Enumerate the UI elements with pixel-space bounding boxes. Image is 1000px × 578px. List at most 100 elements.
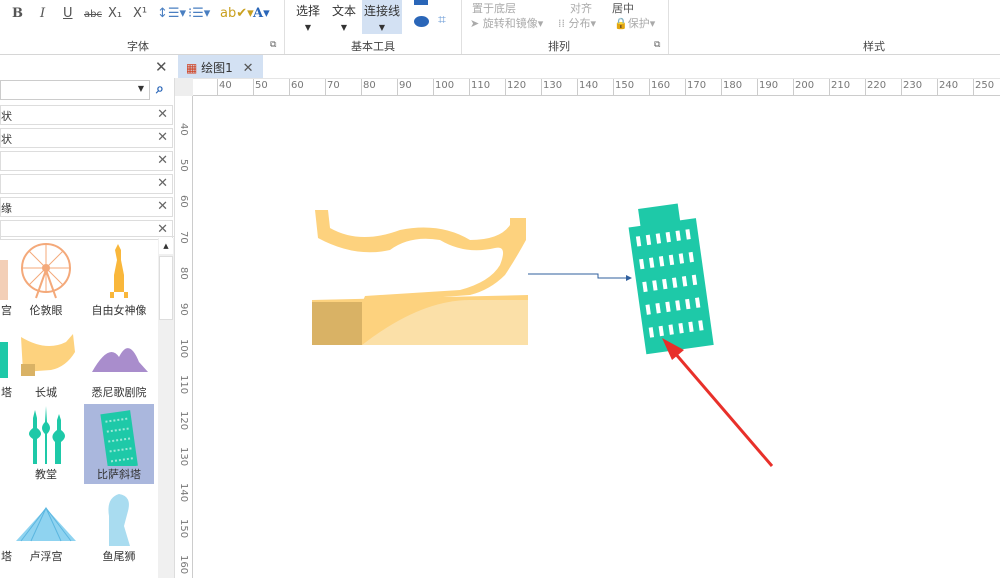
ruler-tick bbox=[361, 79, 362, 95]
subscript-button[interactable]: X₁ bbox=[108, 6, 122, 21]
center-button[interactable]: 居中 bbox=[612, 0, 634, 16]
ruler-tick bbox=[217, 79, 218, 95]
ruler-tick bbox=[865, 79, 866, 95]
dialog-launcher-icon[interactable]: ⧉ bbox=[654, 40, 660, 50]
ruler-label: 150 bbox=[615, 80, 635, 91]
text-button[interactable]: 文本 ▼ bbox=[324, 2, 364, 32]
library-category[interactable]: 状 ✕ bbox=[0, 105, 173, 125]
library-search-combobox[interactable]: ▼ bbox=[0, 80, 150, 100]
protect-button[interactable]: 🔒保护▾ bbox=[614, 15, 655, 31]
close-category-icon[interactable]: ✕ bbox=[157, 222, 168, 237]
ruler-label: 170 bbox=[687, 80, 707, 91]
ruler-label: 80 bbox=[178, 267, 189, 280]
library-item[interactable]: 悉尼歌剧院 bbox=[84, 322, 154, 402]
category-label: 状 bbox=[1, 133, 12, 146]
italic-button[interactable]: I bbox=[40, 6, 45, 21]
pisa-tower-shape[interactable] bbox=[626, 201, 714, 355]
great-wall-shape[interactable] bbox=[312, 210, 528, 345]
ruler-label: 40 bbox=[219, 80, 232, 91]
ruler-tick bbox=[469, 79, 470, 95]
ruler-label: 50 bbox=[255, 80, 268, 91]
ruler-label: 200 bbox=[795, 80, 815, 91]
ruler-label: 40 bbox=[178, 123, 189, 136]
bold-button[interactable]: B bbox=[12, 6, 23, 21]
red-annotation-arrow bbox=[662, 338, 774, 467]
close-category-icon[interactable]: ✕ bbox=[157, 107, 168, 122]
library-category[interactable]: 状 ✕ bbox=[0, 128, 173, 148]
library-item-label: 伦敦眼 bbox=[29, 304, 63, 317]
strikethrough-button[interactable]: abc bbox=[84, 9, 102, 20]
close-category-icon[interactable]: ✕ bbox=[157, 130, 168, 145]
close-category-icon[interactable]: ✕ bbox=[157, 153, 168, 168]
landmark-icon bbox=[29, 406, 65, 464]
ruler-label: 70 bbox=[327, 80, 340, 91]
ruler-tick bbox=[829, 79, 830, 95]
ruler-tick bbox=[433, 79, 434, 95]
category-label: 状 bbox=[1, 110, 12, 123]
ruler-label: 120 bbox=[507, 80, 527, 91]
line-spacing-icon[interactable]: ↕☰▾ bbox=[157, 6, 186, 21]
rotate-label: 旋转和镜像 bbox=[482, 17, 538, 30]
send-to-back-button[interactable]: 置于底层 bbox=[472, 0, 516, 16]
library-item[interactable]: 自由女神像 bbox=[84, 240, 154, 320]
underline-button[interactable]: U bbox=[63, 6, 73, 21]
ruler-label: 50 bbox=[178, 159, 189, 172]
ruler-label: 110 bbox=[471, 80, 491, 91]
crop-icon[interactable]: ⌗ bbox=[438, 12, 446, 28]
ruler-label: 150 bbox=[178, 519, 189, 539]
library-category[interactable]: ✕ bbox=[0, 174, 173, 194]
rotate-mirror-button[interactable]: ➤ 旋转和镜像▾ bbox=[470, 15, 543, 31]
library-item[interactable]: 鱼尾狮 bbox=[84, 486, 154, 566]
landmark-icon bbox=[16, 506, 76, 542]
ruler-tick bbox=[541, 79, 542, 95]
connector-button[interactable]: 连接线 ▼ bbox=[362, 0, 402, 34]
font-color-button[interactable]: A▾ bbox=[253, 6, 270, 21]
scrollbar[interactable]: ▲ bbox=[158, 238, 174, 578]
tab-bar bbox=[0, 55, 1000, 78]
ruler-label: 140 bbox=[178, 483, 189, 503]
library-category[interactable]: ✕ bbox=[0, 220, 173, 240]
rectangle-icon[interactable] bbox=[414, 0, 428, 5]
close-category-icon[interactable]: ✕ bbox=[157, 199, 168, 214]
library-item-label: 长城 bbox=[35, 386, 57, 399]
ruler-label: 60 bbox=[291, 80, 304, 91]
bullets-icon[interactable]: ⁝☰▾ bbox=[188, 6, 210, 21]
highlight-icon[interactable]: ab✔▾ bbox=[220, 6, 254, 21]
scrollbar-thumb[interactable] bbox=[159, 256, 173, 320]
library-item[interactable]: 伦敦眼 bbox=[11, 240, 81, 320]
ruler-label: 140 bbox=[579, 80, 599, 91]
library-item-label: 教堂 bbox=[35, 468, 57, 481]
close-tab-icon[interactable]: ✕ bbox=[243, 61, 254, 76]
ruler-corner bbox=[175, 78, 193, 96]
ruler-label: 110 bbox=[178, 375, 189, 395]
drawing-canvas[interactable] bbox=[194, 97, 1000, 578]
align-button[interactable]: 对齐 bbox=[570, 0, 592, 16]
dialog-launcher-icon[interactable]: ⧉ bbox=[270, 40, 276, 50]
landmark-icon bbox=[100, 410, 138, 470]
arrange-group-label: 排列 bbox=[548, 40, 570, 53]
library-item[interactable]: 长城 bbox=[11, 322, 81, 402]
library-item[interactable]: 比萨斜塔 bbox=[84, 404, 154, 484]
ruler-tick bbox=[613, 79, 614, 95]
close-panel-icon[interactable]: ✕ bbox=[155, 58, 168, 76]
ellipse-icon[interactable] bbox=[414, 16, 429, 27]
library-item[interactable]: 卢浮宫 bbox=[11, 486, 81, 566]
superscript-button[interactable]: X¹ bbox=[133, 6, 147, 21]
ruler-tick bbox=[937, 79, 938, 95]
library-category[interactable]: 缘 ✕ bbox=[0, 197, 173, 217]
close-category-icon[interactable]: ✕ bbox=[157, 176, 168, 191]
connector-line[interactable] bbox=[528, 273, 632, 281]
distribute-button[interactable]: ⁞⁞ 分布▾ bbox=[558, 15, 596, 31]
ruler-label: 120 bbox=[178, 411, 189, 431]
library-item-label: 悉尼歌剧院 bbox=[91, 386, 147, 399]
library-item[interactable]: 教堂 bbox=[11, 404, 81, 484]
distribute-label: 分布 bbox=[568, 17, 591, 30]
tab-drawing1[interactable]: ▦ 绘图1 ✕ bbox=[178, 55, 263, 78]
search-icon[interactable]: ⌕ bbox=[156, 81, 164, 97]
library-category[interactable]: ✕ bbox=[0, 151, 173, 171]
ruler-label: 180 bbox=[723, 80, 743, 91]
ruler-label: 230 bbox=[903, 80, 923, 91]
select-label: 选择 bbox=[295, 4, 320, 18]
ruler-label: 100 bbox=[435, 80, 455, 91]
select-button[interactable]: 选择 ▼ bbox=[288, 2, 328, 32]
